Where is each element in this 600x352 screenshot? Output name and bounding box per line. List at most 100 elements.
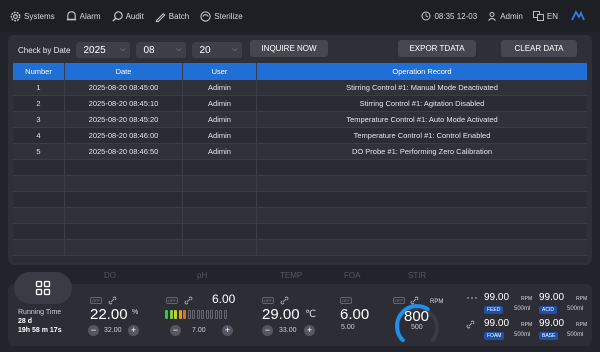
- chevron-down-icon: ⌵: [176, 46, 182, 53]
- cell-operation-record: [257, 176, 587, 191]
- do-decrease-button[interactable]: −: [88, 325, 99, 336]
- ph-increase-button[interactable]: +: [222, 325, 233, 336]
- pump-acid-volume: 500ml: [567, 306, 584, 312]
- nav-audit-label: Audit: [125, 11, 144, 21]
- table-row[interactable]: [13, 224, 587, 240]
- link-icon[interactable]: [108, 296, 117, 305]
- ph-level-bar: [165, 310, 228, 319]
- cell-number: 4: [13, 128, 65, 143]
- temp-increase-button[interactable]: +: [304, 325, 315, 336]
- pump-base-tag[interactable]: BASE: [539, 332, 559, 340]
- cell-number: [13, 224, 65, 239]
- cell-number: [13, 176, 65, 191]
- cell-operation-record: Stirring Control #1: Agitation Disabled: [359, 99, 485, 108]
- pump-acid-tag[interactable]: ACID: [539, 306, 557, 314]
- foam-value: 6.00: [340, 306, 370, 323]
- date-filter: Check by Date 2025 ⌵ 08 ⌵ 20 ⌵: [18, 40, 248, 60]
- clock-date: 12-03: [456, 11, 478, 21]
- table-row[interactable]: [13, 176, 587, 192]
- do-unit: %: [132, 309, 139, 316]
- pump-foam-value: 99.00: [484, 318, 510, 329]
- export-data-button[interactable]: EXPOR TDATA: [398, 40, 476, 57]
- pump-foam-tag[interactable]: FOAM: [484, 332, 505, 340]
- month-select[interactable]: 08 ⌵: [136, 42, 187, 58]
- ph-value: 6.00: [212, 292, 236, 306]
- chevron-down-icon: ⌵: [120, 46, 126, 53]
- cell-user: Adimin: [183, 96, 257, 111]
- ph-bar-segment: [187, 310, 191, 319]
- ph-bar-segment: [196, 310, 200, 319]
- cell-operation-record: [257, 240, 587, 255]
- bell-icon: [66, 10, 76, 20]
- running-time-clock: 19h 58 m 17s: [18, 327, 62, 334]
- table-row[interactable]: [13, 240, 587, 256]
- nav-batch-label: Batch: [168, 11, 190, 21]
- year-select[interactable]: 2025 ⌵: [76, 42, 131, 58]
- table-row[interactable]: 4 2025-08-20 08:46:00 Adimin Temperature Co…: [13, 128, 587, 144]
- ph-bar-segment: [201, 310, 204, 319]
- header-user[interactable]: User: [183, 63, 257, 80]
- sensor-label-temp: TEMP: [280, 271, 303, 280]
- table-row[interactable]: 3 2025-08-20 08:45:20 Adimin Temperature Co…: [13, 112, 587, 128]
- nav-audit[interactable]: Audit: [111, 10, 144, 23]
- day-select[interactable]: 20 ⌵: [192, 42, 243, 58]
- table-row[interactable]: [13, 192, 587, 208]
- temp-decrease-button[interactable]: −: [262, 325, 273, 336]
- ph-bar-segment: [178, 310, 182, 319]
- user-name: Admin: [500, 11, 523, 21]
- month-value: 08: [143, 44, 155, 56]
- link-icon[interactable]: [466, 320, 475, 329]
- cell-date: 2025-08-20 08:45:20: [65, 112, 183, 127]
- check-by-date-label: Check by Date: [18, 45, 71, 55]
- cell-date: [65, 160, 183, 175]
- header-operation-record[interactable]: Operation Record: [257, 63, 587, 80]
- pump-feed-value: 99.00: [484, 292, 510, 303]
- do-status-badge: OFF: [90, 297, 102, 304]
- table-row[interactable]: [13, 160, 587, 176]
- clock: 08:35 12-03: [421, 11, 477, 21]
- running-time: Running Time 28 d 19h 58 m 17s: [18, 308, 62, 335]
- cell-operation-record: [257, 208, 587, 223]
- foam-status-badge: OFF: [340, 297, 352, 304]
- user-menu[interactable]: Admin: [487, 11, 523, 21]
- cell-date: 2025-08-20 08:45:10: [65, 96, 183, 111]
- table-row[interactable]: 1 2025-08-20 08:45:00 Adimin Stirring Contr…: [13, 80, 587, 96]
- ph-setpoint: 7.00: [192, 327, 206, 334]
- ph-decrease-button[interactable]: −: [170, 325, 181, 336]
- link-icon[interactable]: [280, 296, 289, 305]
- nav-batch[interactable]: Batch: [154, 10, 189, 23]
- cell-date: [65, 240, 183, 255]
- cell-date: 2025-08-20 08:46:50: [65, 144, 183, 159]
- cell-operation-record: DO Probe #1: Performing Zero Calibration: [351, 147, 493, 156]
- cell-date: 2025-08-20 08:46:00: [65, 128, 183, 143]
- header-date[interactable]: Date: [65, 63, 183, 80]
- nav-systems[interactable]: Systems: [9, 10, 55, 23]
- cell-number: [13, 208, 65, 223]
- clear-data-button[interactable]: CLEAR DATA: [501, 40, 577, 57]
- cell-number: 3: [13, 112, 65, 127]
- header-number[interactable]: Number: [13, 63, 65, 80]
- pump-feed-unit: RPM: [521, 296, 533, 302]
- table-row[interactable]: 2 2025-08-20 08:45:10 Adimin Stirring Contr…: [13, 96, 587, 112]
- pump-feed-tag[interactable]: FEED: [484, 306, 504, 314]
- translate-icon: [532, 11, 544, 21]
- cell-user: Adimin: [183, 128, 257, 143]
- temp-status-badge: OFF: [262, 297, 274, 304]
- nav-alarm[interactable]: Alarm: [65, 10, 101, 23]
- nav-sterilize-label: Sterilize: [214, 11, 243, 21]
- cell-operation-record: Stirring Control #1: Manual Mode Deactiv…: [346, 83, 498, 92]
- link-icon[interactable]: [184, 296, 193, 305]
- pencil-icon: [155, 12, 166, 22]
- sensor-label-foa: FOA: [344, 271, 361, 280]
- table-row[interactable]: 5 2025-08-20 08:46:50 Adimin DO Probe #1: P…: [13, 144, 587, 160]
- inquire-now-button[interactable]: INQUIRE NOW: [250, 40, 328, 57]
- nav-sterilize[interactable]: Sterilize: [199, 10, 243, 23]
- pump-acid-value: 99.00: [539, 292, 565, 303]
- pump-dots-icon: [467, 297, 477, 299]
- do-increase-button[interactable]: +: [128, 325, 139, 336]
- home-button[interactable]: [14, 272, 72, 304]
- cell-number: [13, 192, 65, 207]
- pump-base-unit: RPM: [576, 322, 588, 328]
- language-select[interactable]: EN: [532, 11, 558, 21]
- table-row[interactable]: [13, 208, 587, 224]
